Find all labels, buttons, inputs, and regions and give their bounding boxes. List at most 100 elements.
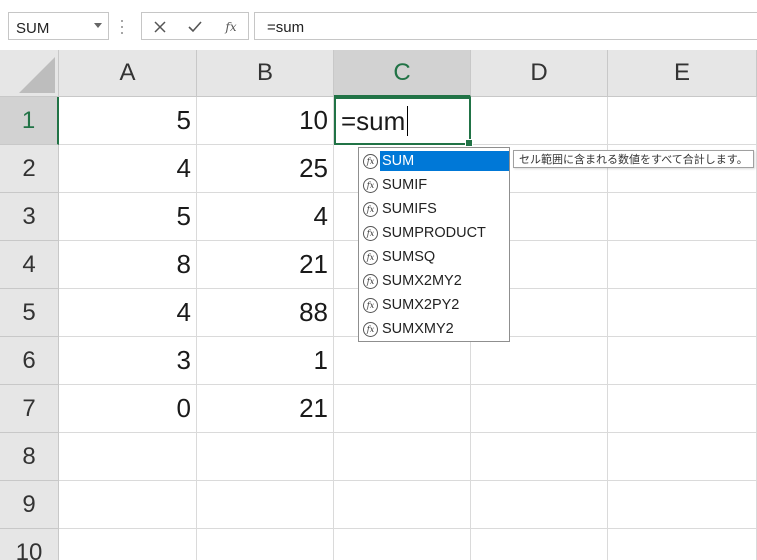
cell-value: 5 (176, 105, 191, 135)
cell-a6[interactable]: 3 (59, 337, 197, 385)
cell-b4[interactable]: 21 (197, 241, 334, 289)
cell-b1[interactable]: 10 (197, 97, 334, 145)
autocomplete-item-label: SUMSQ (382, 249, 436, 265)
cell-b10[interactable] (197, 529, 334, 560)
cell-value: 3 (176, 345, 191, 375)
cell-e9[interactable] (608, 481, 757, 529)
cell-a1[interactable]: 5 (59, 97, 197, 145)
insert-function-button[interactable]: fx (221, 17, 241, 37)
select-all-button[interactable] (0, 50, 59, 97)
cell-a3[interactable]: 5 (59, 193, 197, 241)
cell-d8[interactable] (471, 433, 608, 481)
formula-bar-buttons: fx (141, 12, 249, 40)
cell-a5[interactable]: 4 (59, 289, 197, 337)
cell-value: 8 (176, 249, 191, 279)
cell-value: 21 (299, 393, 328, 423)
row-header-1[interactable]: 1 (0, 97, 59, 145)
cell-value: 25 (299, 153, 328, 183)
column-header-c[interactable]: C (334, 50, 471, 97)
column-header-e[interactable]: E (608, 50, 757, 97)
autocomplete-item-sumproduct[interactable]: fx SUMPRODUCT (359, 221, 509, 245)
row-header-10[interactable]: 10 (0, 529, 59, 560)
cell-b3[interactable]: 4 (197, 193, 334, 241)
cell-e10[interactable] (608, 529, 757, 560)
function-icon: fx (363, 321, 378, 337)
row-header-3[interactable]: 3 (0, 193, 59, 241)
cell-b7[interactable]: 21 (197, 385, 334, 433)
cell-e4[interactable] (608, 241, 757, 289)
autocomplete-item-sumxmy2[interactable]: fx SUMXMY2 (359, 317, 509, 341)
cell-a10[interactable] (59, 529, 197, 560)
cell-b5[interactable]: 88 (197, 289, 334, 337)
cell-c1[interactable]: =sum (334, 97, 473, 147)
cell-e1[interactable] (608, 97, 757, 145)
cell-e5[interactable] (608, 289, 757, 337)
function-autocomplete-list: fx SUM fx SUMIF fx SUMIFS fx SUMPRODUCT fx SUMSQ f… (358, 147, 510, 342)
cell-e8[interactable] (608, 433, 757, 481)
autocomplete-item-sumx2my2[interactable]: fx SUMX2MY2 (359, 269, 509, 293)
cancel-button[interactable] (150, 17, 170, 37)
cell-a9[interactable] (59, 481, 197, 529)
cell-e3[interactable] (608, 193, 757, 241)
function-icon: fx (363, 153, 378, 169)
cell-value: 88 (299, 297, 328, 327)
cell-c6[interactable] (334, 337, 471, 385)
cell-b6[interactable]: 1 (197, 337, 334, 385)
row-header-5[interactable]: 5 (0, 289, 59, 337)
autocomplete-item-label: SUMX2MY2 (382, 273, 462, 289)
cell-d1[interactable] (471, 97, 608, 145)
cell-c9[interactable] (334, 481, 471, 529)
cell-value: 10 (299, 105, 328, 135)
chevron-down-icon[interactable] (94, 23, 102, 28)
cell-b9[interactable] (197, 481, 334, 529)
cell-value: 5 (176, 201, 191, 231)
autocomplete-item-sumsq[interactable]: fx SUMSQ (359, 245, 509, 269)
column-header-d[interactable]: D (471, 50, 608, 97)
autocomplete-item-label: SUMX2PY2 (382, 297, 460, 313)
row-header-7[interactable]: 7 (0, 385, 59, 433)
autocomplete-item-sumif[interactable]: fx SUMIF (359, 173, 509, 197)
cell-value: 21 (299, 249, 328, 279)
cell-b2[interactable]: 25 (197, 145, 334, 193)
select-all-triangle-icon (19, 57, 55, 93)
cell-e7[interactable] (608, 385, 757, 433)
cell-e6[interactable] (608, 337, 757, 385)
cell-d7[interactable] (471, 385, 608, 433)
formula-text: =sum (267, 19, 305, 36)
cell-d6[interactable] (471, 337, 608, 385)
function-icon: fx (363, 225, 378, 241)
row-header-9[interactable]: 9 (0, 481, 59, 529)
formula-bar: SUM fx =sum (0, 0, 757, 50)
formula-input[interactable]: =sum (254, 12, 757, 40)
function-icon: fx (363, 249, 378, 265)
column-header-a[interactable]: A (59, 50, 197, 97)
row-header-8[interactable]: 8 (0, 433, 59, 481)
row-header-2[interactable]: 2 (0, 145, 59, 193)
cell-a4[interactable]: 8 (59, 241, 197, 289)
cell-a2[interactable]: 4 (59, 145, 197, 193)
autocomplete-item-sumx2py2[interactable]: fx SUMX2PY2 (359, 293, 509, 317)
function-icon: fx (363, 273, 378, 289)
cell-a7[interactable]: 0 (59, 385, 197, 433)
name-box[interactable]: SUM (8, 12, 109, 40)
function-icon: fx (363, 297, 378, 313)
cell-a8[interactable] (59, 433, 197, 481)
autocomplete-item-label: SUMIFS (382, 201, 437, 217)
autocomplete-item-sum[interactable]: fx SUM (359, 149, 509, 173)
fill-handle[interactable] (465, 139, 473, 147)
cell-c10[interactable] (334, 529, 471, 560)
autocomplete-item-sumifs[interactable]: fx SUMIFS (359, 197, 509, 221)
cell-b8[interactable] (197, 433, 334, 481)
row-header-6[interactable]: 6 (0, 337, 59, 385)
row-header-4[interactable]: 4 (0, 241, 59, 289)
column-header-b[interactable]: B (197, 50, 334, 97)
name-box-value: SUM (16, 20, 50, 37)
formula-bar-splitter-icon[interactable] (121, 20, 124, 34)
cell-d9[interactable] (471, 481, 608, 529)
cell-c8[interactable] (334, 433, 471, 481)
enter-button[interactable] (185, 17, 205, 37)
check-icon (188, 21, 202, 33)
autocomplete-item-label: SUMPRODUCT (382, 225, 486, 241)
cell-c7[interactable] (334, 385, 471, 433)
cell-d10[interactable] (471, 529, 608, 560)
